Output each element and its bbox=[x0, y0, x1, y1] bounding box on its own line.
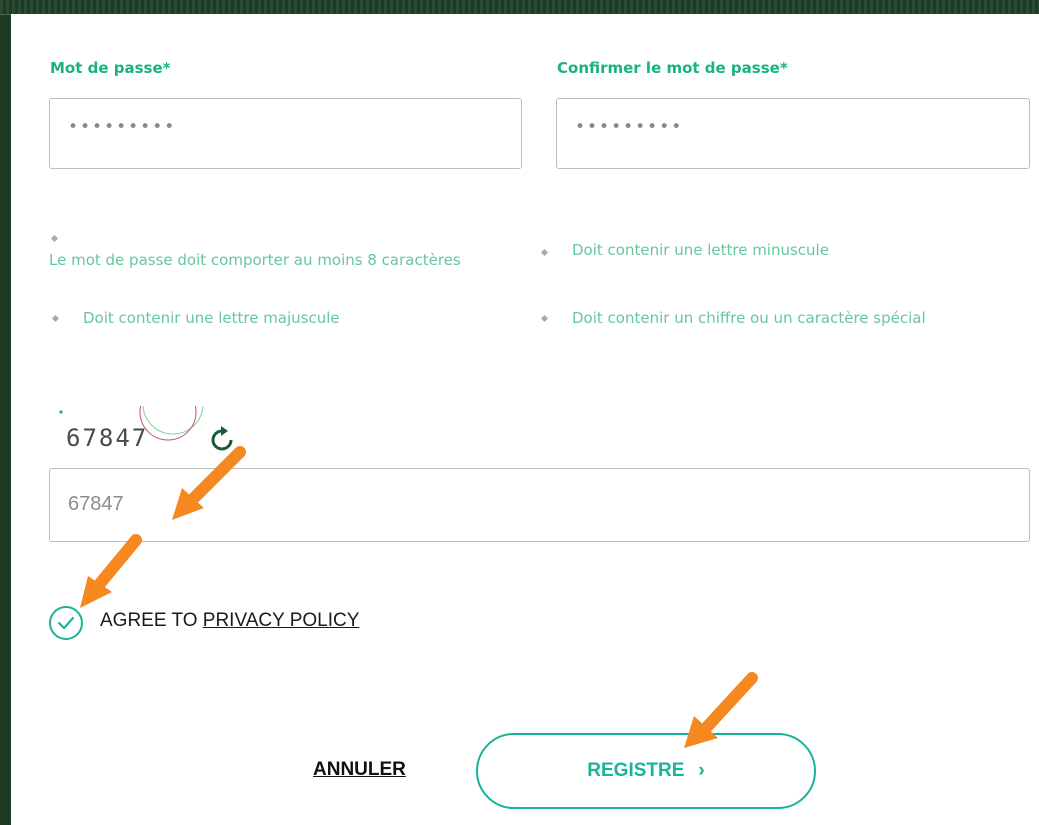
confirm-password-input[interactable]: ••••••••• bbox=[556, 98, 1030, 169]
password-rule-uppercase: Doit contenir une lettre majuscule bbox=[83, 309, 340, 327]
privacy-policy-link[interactable]: PRIVACY POLICY bbox=[203, 610, 360, 631]
password-rule-length: Le mot de passe doit comporter au moins … bbox=[49, 251, 461, 269]
refresh-icon[interactable] bbox=[204, 422, 240, 458]
bullet-icon bbox=[50, 234, 59, 243]
password-rule-special: Doit contenir un chiffre ou un caractère… bbox=[572, 309, 926, 327]
password-input[interactable]: ••••••••• bbox=[49, 98, 522, 169]
cancel-button[interactable]: ANNULER bbox=[313, 759, 406, 781]
password-label: Mot de passe* bbox=[50, 59, 171, 77]
captcha-image: 67847 bbox=[48, 406, 208, 462]
confirm-password-label: Confirmer le mot de passe* bbox=[557, 59, 788, 77]
top-border bbox=[0, 0, 1039, 15]
agree-text: AGREE TO PRIVACY POLICY bbox=[100, 610, 359, 632]
captcha-input-value: 67847 bbox=[68, 493, 124, 515]
password-rule-lowercase: Doit contenir une lettre minuscule bbox=[572, 241, 829, 259]
bullet-icon bbox=[540, 314, 549, 323]
register-button[interactable]: REGISTRE › bbox=[476, 733, 816, 809]
agree-prefix: AGREE TO bbox=[100, 610, 203, 631]
chevron-right-icon: › bbox=[698, 760, 705, 781]
register-label: REGISTRE bbox=[587, 760, 685, 781]
captcha-text: 67847 bbox=[66, 424, 149, 452]
agree-checkbox[interactable] bbox=[49, 606, 83, 640]
captcha-input[interactable]: 67847 bbox=[49, 468, 1030, 542]
registration-form: Mot de passe* Confirmer le mot de passe*… bbox=[11, 14, 1039, 825]
confirm-password-value: ••••••••• bbox=[575, 117, 684, 137]
password-value: ••••••••• bbox=[68, 117, 177, 137]
bullet-icon bbox=[51, 314, 60, 323]
check-icon bbox=[57, 616, 75, 630]
bullet-icon bbox=[540, 248, 549, 257]
